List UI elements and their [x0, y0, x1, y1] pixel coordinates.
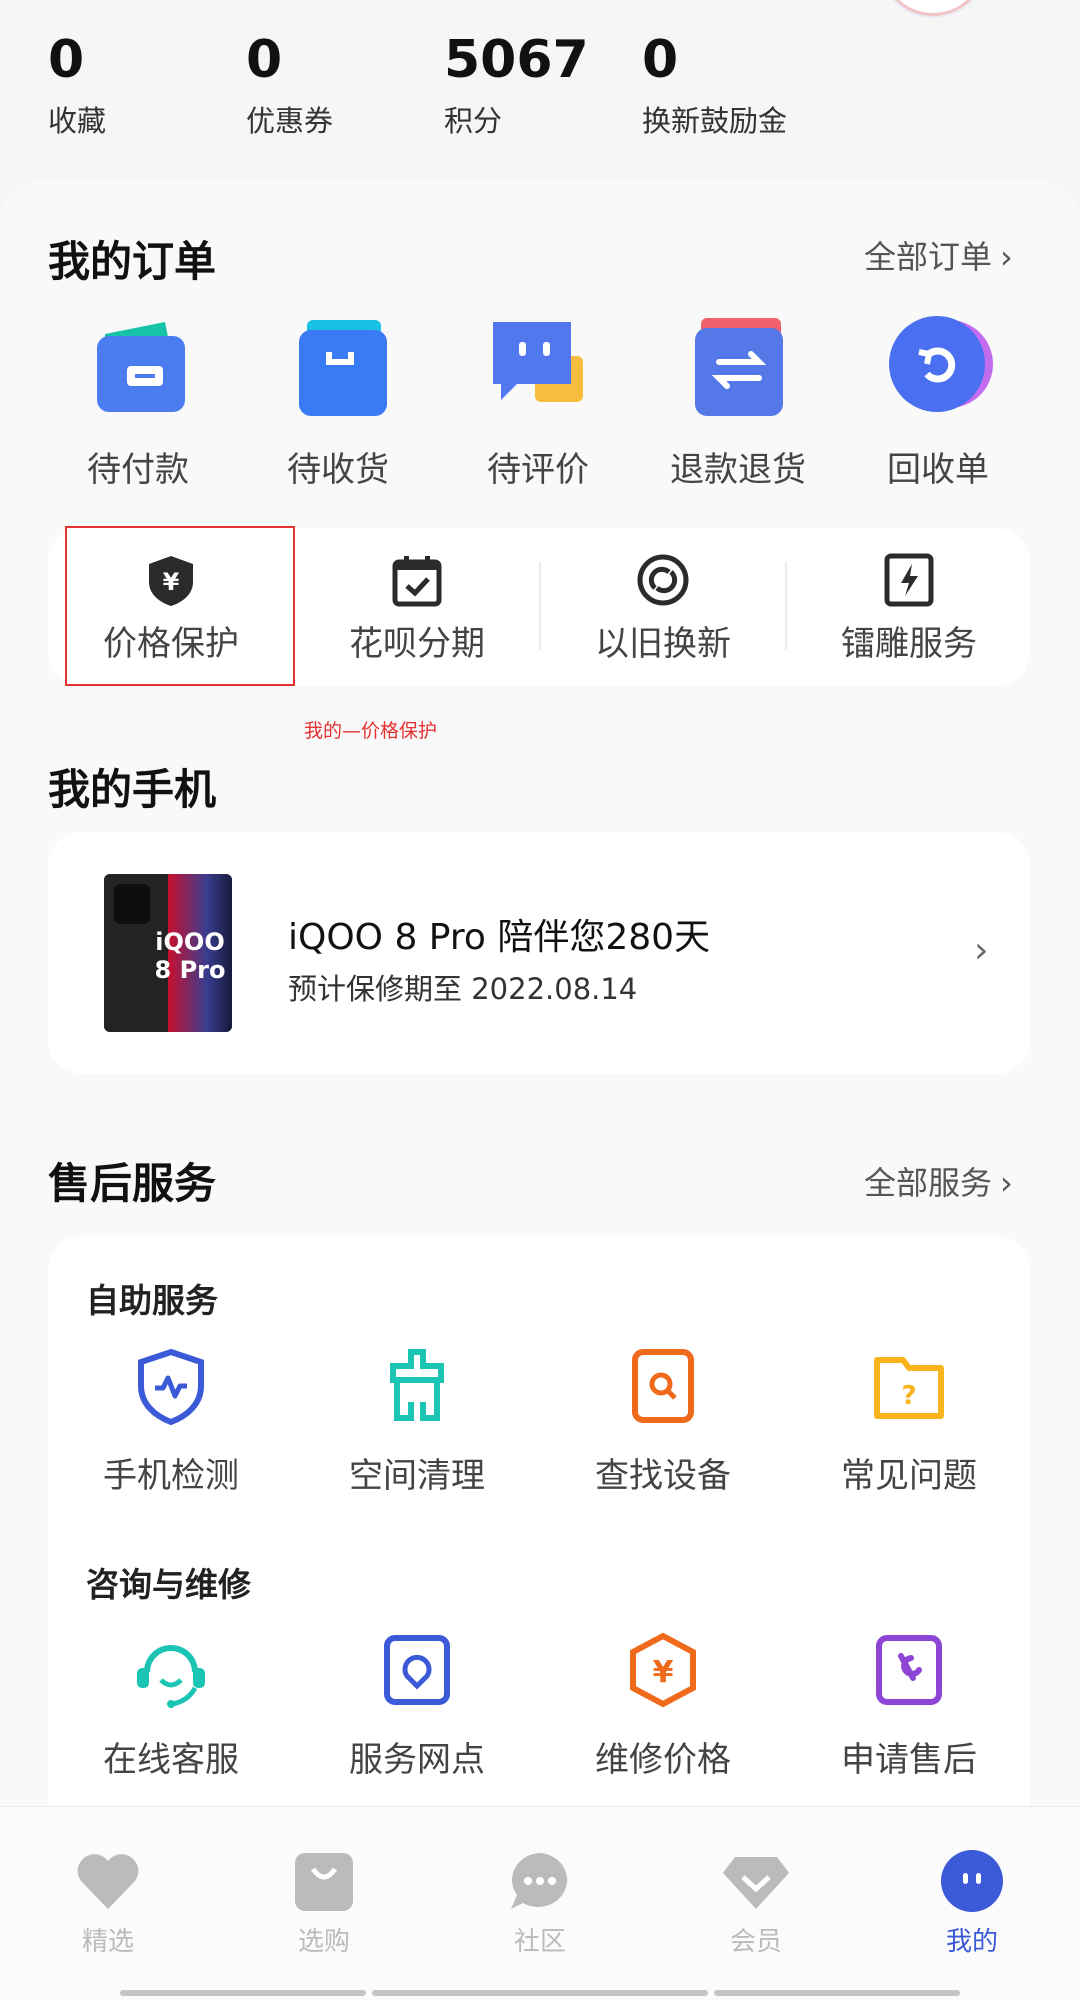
tab-community[interactable]: 社区	[432, 1849, 648, 1958]
wrench-icon	[869, 1630, 949, 1710]
points-label[interactable]: 积分	[444, 98, 502, 140]
trade-in-icon	[635, 552, 691, 608]
phone-check-icon	[131, 1346, 211, 1426]
tab-member[interactable]: 会员	[648, 1849, 864, 1958]
trade-in-label: 以旧换新	[595, 624, 731, 664]
service-point-label: 服务网点	[349, 1740, 485, 1780]
svg-text:?: ?	[901, 1381, 916, 1411]
my-phone-card[interactable]: iQOO 8 Pro iQOO 8 Pro 陪伴您280天 预计保修期至 202…	[48, 832, 1030, 1074]
repair-price-icon: ¥	[623, 1630, 703, 1710]
all-orders-link[interactable]: 全部订单 ›	[864, 232, 1013, 278]
recycle-icon	[883, 312, 993, 422]
tab-member-label: 会员	[729, 1927, 782, 1957]
faq-label: 常见问题	[841, 1456, 977, 1496]
bottom-tab-bar: 精选 选购 社区 会员 我的	[0, 1806, 1080, 2001]
community-icon	[505, 1849, 575, 1913]
find-device-icon	[623, 1346, 703, 1426]
tab-shop-label: 选购	[297, 1927, 350, 1957]
coupons-count[interactable]: 0	[246, 28, 282, 92]
gesture-bar	[372, 1990, 708, 1996]
tradein-fund-count[interactable]: 0	[642, 28, 678, 92]
exchange-icon	[683, 312, 793, 422]
order-recycle-label: 回收单	[887, 450, 989, 490]
online-support-label: 在线客服	[103, 1740, 239, 1780]
coupons-label[interactable]: 优惠券	[246, 98, 333, 140]
repair-price-label: 维修价格	[595, 1740, 731, 1780]
phone-check-label: 手机检测	[103, 1456, 239, 1496]
tab-shop[interactable]: 选购	[216, 1849, 432, 1958]
orders-title: 我的订单	[48, 237, 217, 286]
me-icon	[937, 1849, 1007, 1913]
apply-after-sales-label: 申请售后	[841, 1740, 977, 1780]
all-services-label: 全部服务	[864, 1164, 993, 1202]
order-pending-review[interactable]: 待评价	[438, 312, 638, 492]
tradein-fund-label[interactable]: 换新鼓励金	[642, 98, 787, 140]
gesture-bar	[714, 1990, 960, 1996]
chevron-right-icon: ›	[1000, 1164, 1013, 1202]
phone-image: iQOO 8 Pro	[104, 874, 232, 1032]
huabei-installment-button[interactable]: 花呗分期	[294, 528, 540, 686]
tab-featured[interactable]: 精选	[0, 1849, 216, 1958]
online-support-button[interactable]: 在线客服	[48, 1630, 294, 1781]
order-pending-payment[interactable]: 待付款	[38, 312, 238, 492]
wallet-icon	[83, 312, 193, 422]
order-refund-return-label: 退款退货	[670, 450, 806, 490]
laser-engraving-button[interactable]: 镭雕服务	[786, 528, 1032, 686]
tab-me-label: 我的	[945, 1927, 998, 1957]
my-phone-title: 我的手机	[48, 765, 217, 814]
order-refund-return[interactable]: 退款退货	[638, 312, 838, 492]
headset-icon	[131, 1630, 211, 1710]
self-service-title: 自助服务	[86, 1281, 218, 1320]
tab-community-label: 社区	[513, 1927, 566, 1957]
favorites-label[interactable]: 收藏	[48, 98, 106, 140]
trade-in-button[interactable]: 以旧换新	[540, 528, 786, 686]
order-pending-review-label: 待评价	[487, 450, 589, 490]
cleanup-label: 空间清理	[349, 1456, 485, 1496]
favorites-count[interactable]: 0	[48, 28, 84, 92]
warranty-text: 预计保修期至 2022.08.14	[288, 972, 638, 1006]
cleanup-button[interactable]: 空间清理	[294, 1346, 540, 1497]
tab-featured-label: 精选	[81, 1927, 134, 1957]
chevron-right-icon: ›	[1000, 238, 1013, 276]
avatar[interactable]	[880, 0, 986, 16]
find-device-label: 查找设备	[595, 1456, 731, 1496]
after-sales-title: 售后服务	[48, 1159, 217, 1208]
huabei-installment-label: 花呗分期	[349, 624, 485, 664]
laser-engrave-icon	[881, 552, 937, 608]
heart-icon	[73, 1849, 143, 1913]
calendar-check-icon	[389, 552, 445, 608]
laser-engraving-label: 镭雕服务	[841, 624, 977, 664]
order-pending-receipt-label: 待收货	[287, 450, 389, 490]
service-point-icon	[377, 1630, 457, 1710]
chat-bubble-icon	[483, 312, 593, 422]
order-pending-payment-label: 待付款	[87, 450, 189, 490]
cleanup-icon	[377, 1346, 457, 1426]
phone-image-text: iQOO 8 Pro	[154, 928, 226, 984]
chevron-right-icon: ›	[974, 930, 989, 971]
annotation-label: 我的—价格保护	[304, 720, 438, 742]
phone-check-button[interactable]: 手机检测	[48, 1346, 294, 1497]
faq-folder-icon: ?	[869, 1346, 949, 1426]
repair-title: 咨询与维修	[86, 1565, 251, 1604]
order-recycle[interactable]: 回收单	[838, 312, 1038, 492]
faq-button[interactable]: ? 常见问题	[786, 1346, 1032, 1497]
all-orders-label: 全部订单	[864, 238, 993, 276]
diamond-icon	[721, 1849, 791, 1913]
svg-text:¥: ¥	[653, 1655, 674, 1690]
phone-name: iQOO 8 Pro 陪伴您280天	[288, 917, 711, 958]
gesture-bar	[120, 1990, 366, 1996]
order-pending-receipt[interactable]: 待收货	[238, 312, 438, 492]
tab-me[interactable]: 我的	[864, 1849, 1080, 1958]
apply-after-sales-button[interactable]: 申请售后	[786, 1630, 1032, 1781]
highlight-box	[65, 526, 295, 686]
shopping-bag-icon	[283, 312, 393, 422]
find-device-button[interactable]: 查找设备	[540, 1346, 786, 1497]
service-point-button[interactable]: 服务网点	[294, 1630, 540, 1781]
all-services-link[interactable]: 全部服务 ›	[864, 1158, 1013, 1204]
bag-icon	[289, 1849, 359, 1913]
after-sales-card: 自助服务 手机检测 空间清理 查找设备 ? 常见问题 咨询与维修 在线客服 服务…	[48, 1236, 1030, 1836]
repair-price-button[interactable]: ¥ 维修价格	[540, 1630, 786, 1781]
points-count[interactable]: 5067	[444, 28, 589, 92]
